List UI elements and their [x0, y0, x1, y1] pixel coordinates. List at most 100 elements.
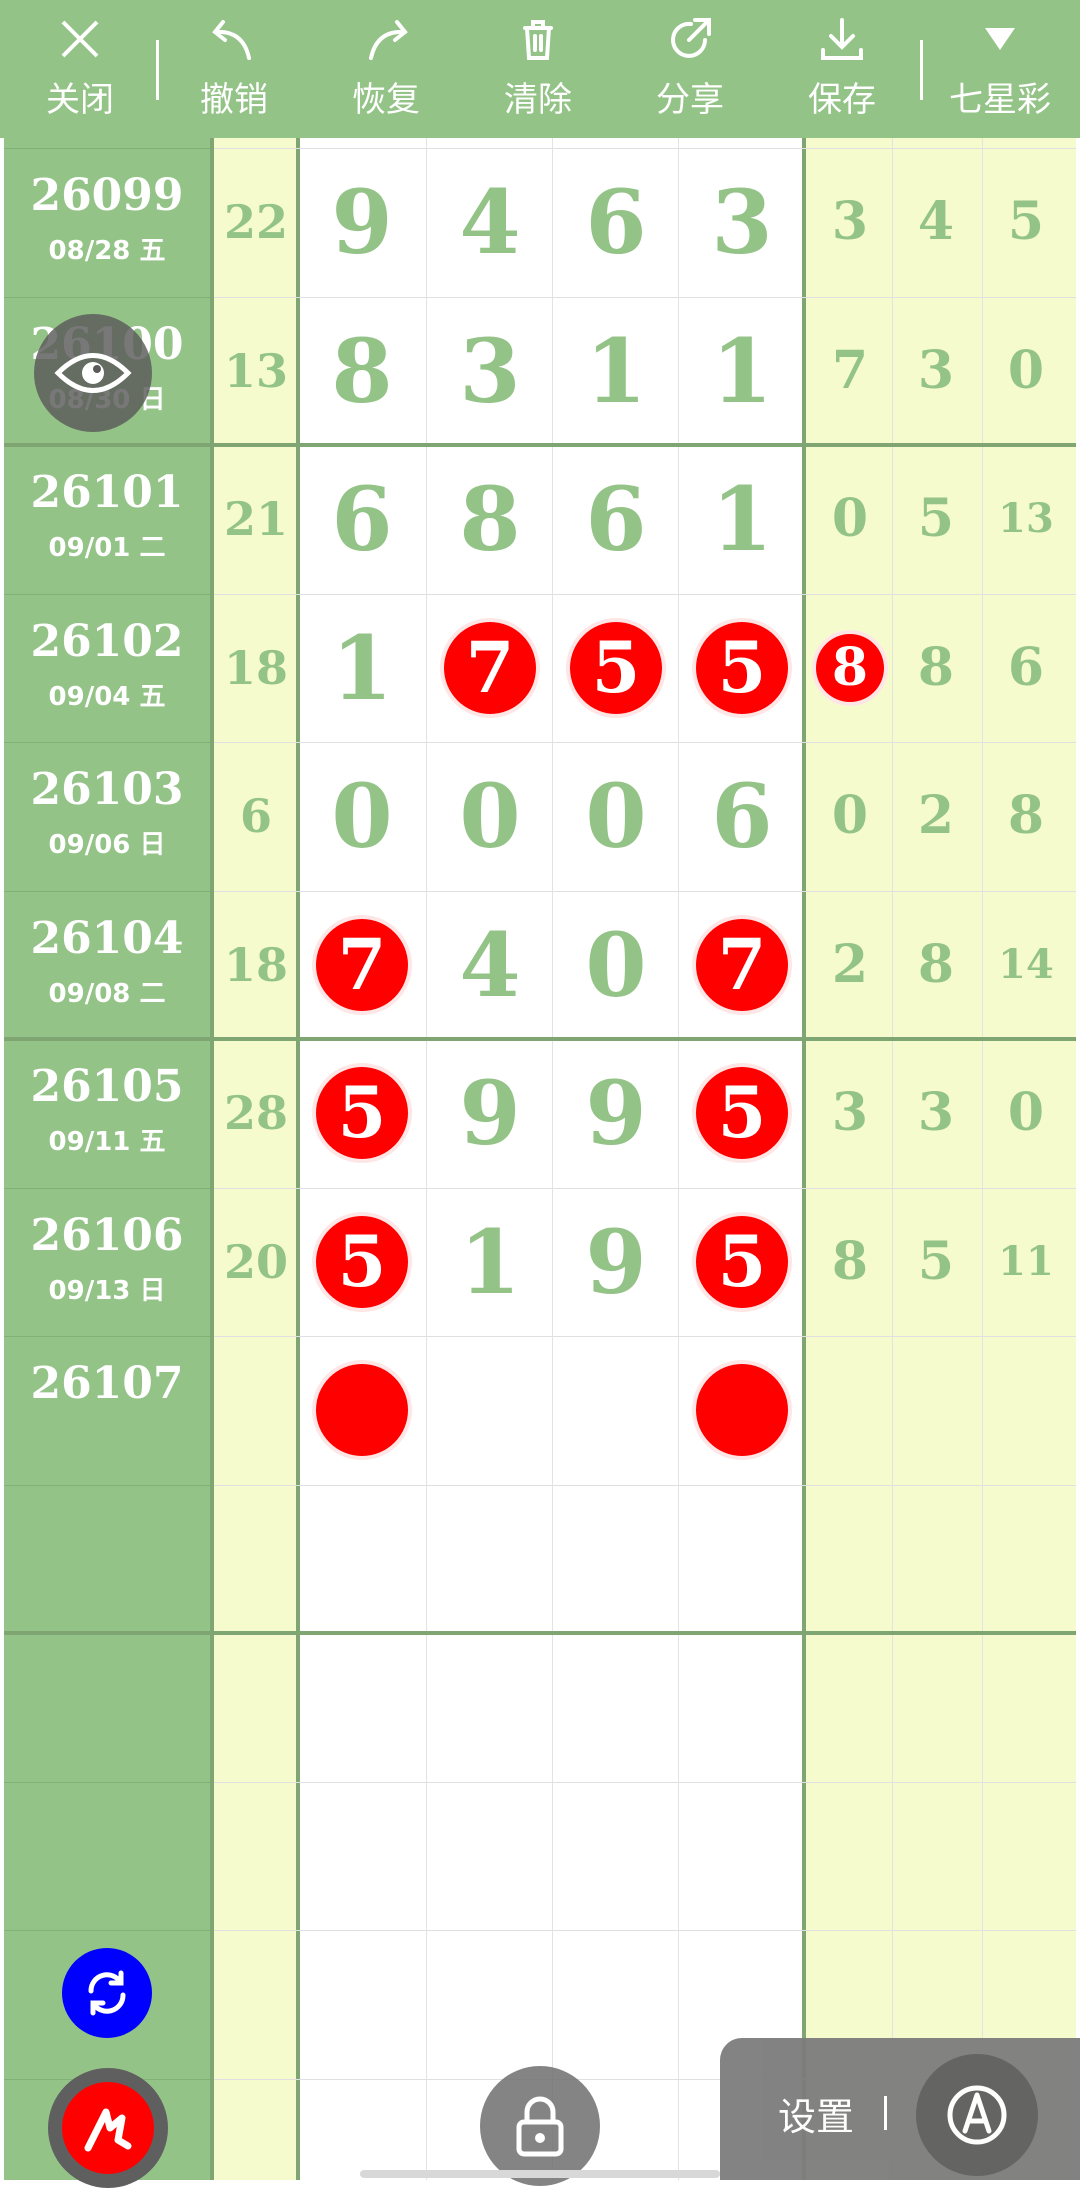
digit-cell[interactable]: 6 [678, 742, 806, 890]
digit-cell[interactable]: 9 [426, 1039, 554, 1187]
highlight-ball[interactable] [316, 1364, 408, 1457]
sum-value: 18 [223, 640, 288, 695]
clear-button[interactable]: 清除 [468, 14, 608, 126]
highlight-ball[interactable]: 5 [696, 621, 788, 714]
period-date: 09/11 五 [48, 1127, 166, 1157]
pen-button-inner [62, 2082, 154, 2174]
digit-cell[interactable]: 3 [426, 297, 554, 445]
period-cell[interactable]: 26106 09/13 日 [4, 1188, 210, 1336]
trend-chart-grid[interactable]: 2609908/28 五2294633452610008/30 日1383117… [0, 138, 1080, 2180]
digit-cell[interactable]: 0 [552, 742, 680, 890]
digit-cell[interactable]: 9 [298, 148, 426, 296]
digit-cell[interactable]: 6 [298, 445, 426, 593]
extra-digit-cell[interactable]: 2 [892, 742, 980, 890]
digit-cell[interactable]: 6 [552, 148, 680, 296]
undo-button[interactable]: 撤销 [164, 14, 304, 126]
extra-digit-cell[interactable]: 3 [892, 1039, 980, 1187]
home-indicator [360, 2170, 720, 2178]
redo-icon [369, 20, 408, 60]
extra-digit-cell[interactable]: 4 [892, 148, 980, 296]
highlight-ball[interactable] [696, 1364, 788, 1457]
redo-label: 恢复 [352, 80, 420, 120]
undo-label: 撤销 [200, 80, 268, 120]
lottery-select-button[interactable]: 七星彩 [930, 14, 1070, 126]
highlight-ball[interactable]: 5 [570, 621, 662, 714]
period-cell[interactable]: 26099 08/28 五 [4, 148, 210, 296]
period-cell[interactable]: 26105 09/11 五 [4, 1039, 210, 1187]
compass-button[interactable] [916, 2054, 1038, 2176]
settings-panel[interactable]: 设置 [720, 2038, 1080, 2180]
digit-cell[interactable]: 1 [678, 445, 806, 593]
extra-digit-cell[interactable]: 8 [806, 1188, 894, 1336]
share-button[interactable]: 分享 [620, 14, 760, 126]
digit-cell[interactable]: 1 [426, 1188, 554, 1336]
digit-cell[interactable]: 1 [678, 297, 806, 445]
highlight-ball[interactable]: 5 [696, 1215, 788, 1308]
digit-cell[interactable]: 6 [552, 445, 680, 593]
highlight-ball[interactable]: 7 [316, 918, 408, 1011]
digit-cell[interactable]: 1 [552, 297, 680, 445]
digit-cell[interactable]: 8 [426, 445, 554, 593]
highlight-ball[interactable]: 5 [696, 1067, 788, 1160]
extra-digit-cell[interactable]: 5 [892, 445, 980, 593]
dropdown-triangle-icon [985, 28, 1015, 50]
close-button[interactable]: 关闭 [10, 14, 150, 126]
extra-digit-cell[interactable]: 6 [982, 594, 1070, 742]
clear-label: 清除 [504, 80, 572, 120]
settings-separator [884, 2096, 887, 2130]
settings-label[interactable]: 设置 [778, 2086, 854, 2141]
period-cell[interactable]: 26104 09/08 二 [4, 891, 210, 1039]
sum-value: 21 [223, 492, 288, 546]
extra-digit-cell[interactable]: 8 [892, 891, 980, 1039]
grid-hline-thick [4, 1631, 1076, 1635]
extra-digit-cell[interactable]: 8 [982, 742, 1070, 890]
digit-cell[interactable]: 1 [298, 594, 426, 742]
digit-cell[interactable]: 8 [298, 297, 426, 445]
extra-digit-cell[interactable]: 0 [982, 297, 1070, 445]
extra-digit-cell[interactable]: 3 [892, 297, 980, 445]
extra-digit-cell[interactable]: 3 [806, 148, 894, 296]
digit-cell[interactable]: 4 [426, 148, 554, 296]
pen-icon [84, 2108, 132, 2152]
digit-cell[interactable]: 4 [426, 891, 554, 1039]
highlight-ball[interactable]: 8 [816, 633, 884, 702]
extra-digit-cell[interactable]: 11 [982, 1188, 1070, 1336]
extra-digit-cell[interactable]: 2 [806, 891, 894, 1039]
digit-cell[interactable]: 0 [552, 891, 680, 1039]
pen-button[interactable] [48, 2068, 168, 2188]
extra-digit-cell[interactable]: 8 [892, 594, 980, 742]
digit-cell[interactable]: 9 [552, 1039, 680, 1187]
period-number: 26104 [30, 912, 184, 964]
save-label: 保存 [808, 80, 876, 120]
lock-button[interactable] [480, 2066, 600, 2186]
digit-cell[interactable]: 3 [678, 148, 806, 296]
digit-cell[interactable]: 0 [298, 742, 426, 890]
highlight-ball[interactable]: 5 [316, 1067, 408, 1160]
refresh-button[interactable] [62, 1948, 152, 2038]
eye-toggle-button[interactable] [34, 314, 152, 432]
digit-cell[interactable]: 9 [552, 1188, 680, 1336]
extra-digit-cell[interactable]: 13 [982, 445, 1070, 593]
period-number: 26101 [30, 467, 184, 518]
highlight-ball[interactable]: 5 [316, 1215, 408, 1308]
extra-digit-cell[interactable]: 0 [806, 742, 894, 890]
period-cell[interactable]: 26103 09/06 日 [4, 742, 210, 890]
period-cell[interactable]: 26107 [4, 1336, 210, 1484]
extra-digit-cell[interactable]: 5 [892, 1188, 980, 1336]
save-button[interactable]: 保存 [772, 14, 912, 126]
share-icon [671, 18, 711, 58]
period-date: 09/06 日 [48, 830, 166, 860]
extra-digit-cell[interactable]: 0 [982, 1039, 1070, 1187]
highlight-ball[interactable]: 7 [696, 918, 788, 1011]
extra-digit-cell[interactable]: 3 [806, 1039, 894, 1187]
highlight-ball[interactable]: 7 [444, 621, 536, 714]
digit-cell[interactable]: 0 [426, 742, 554, 890]
period-number: 26099 [30, 170, 184, 221]
period-cell[interactable]: 26101 09/01 二 [4, 445, 210, 593]
extra-digit-cell[interactable]: 14 [982, 891, 1070, 1039]
extra-digit-cell[interactable]: 7 [806, 297, 894, 445]
redo-button[interactable]: 恢复 [316, 14, 456, 126]
extra-digit-cell[interactable]: 0 [806, 445, 894, 593]
extra-digit-cell[interactable]: 5 [982, 148, 1070, 296]
period-cell[interactable]: 26102 09/04 五 [4, 594, 210, 742]
